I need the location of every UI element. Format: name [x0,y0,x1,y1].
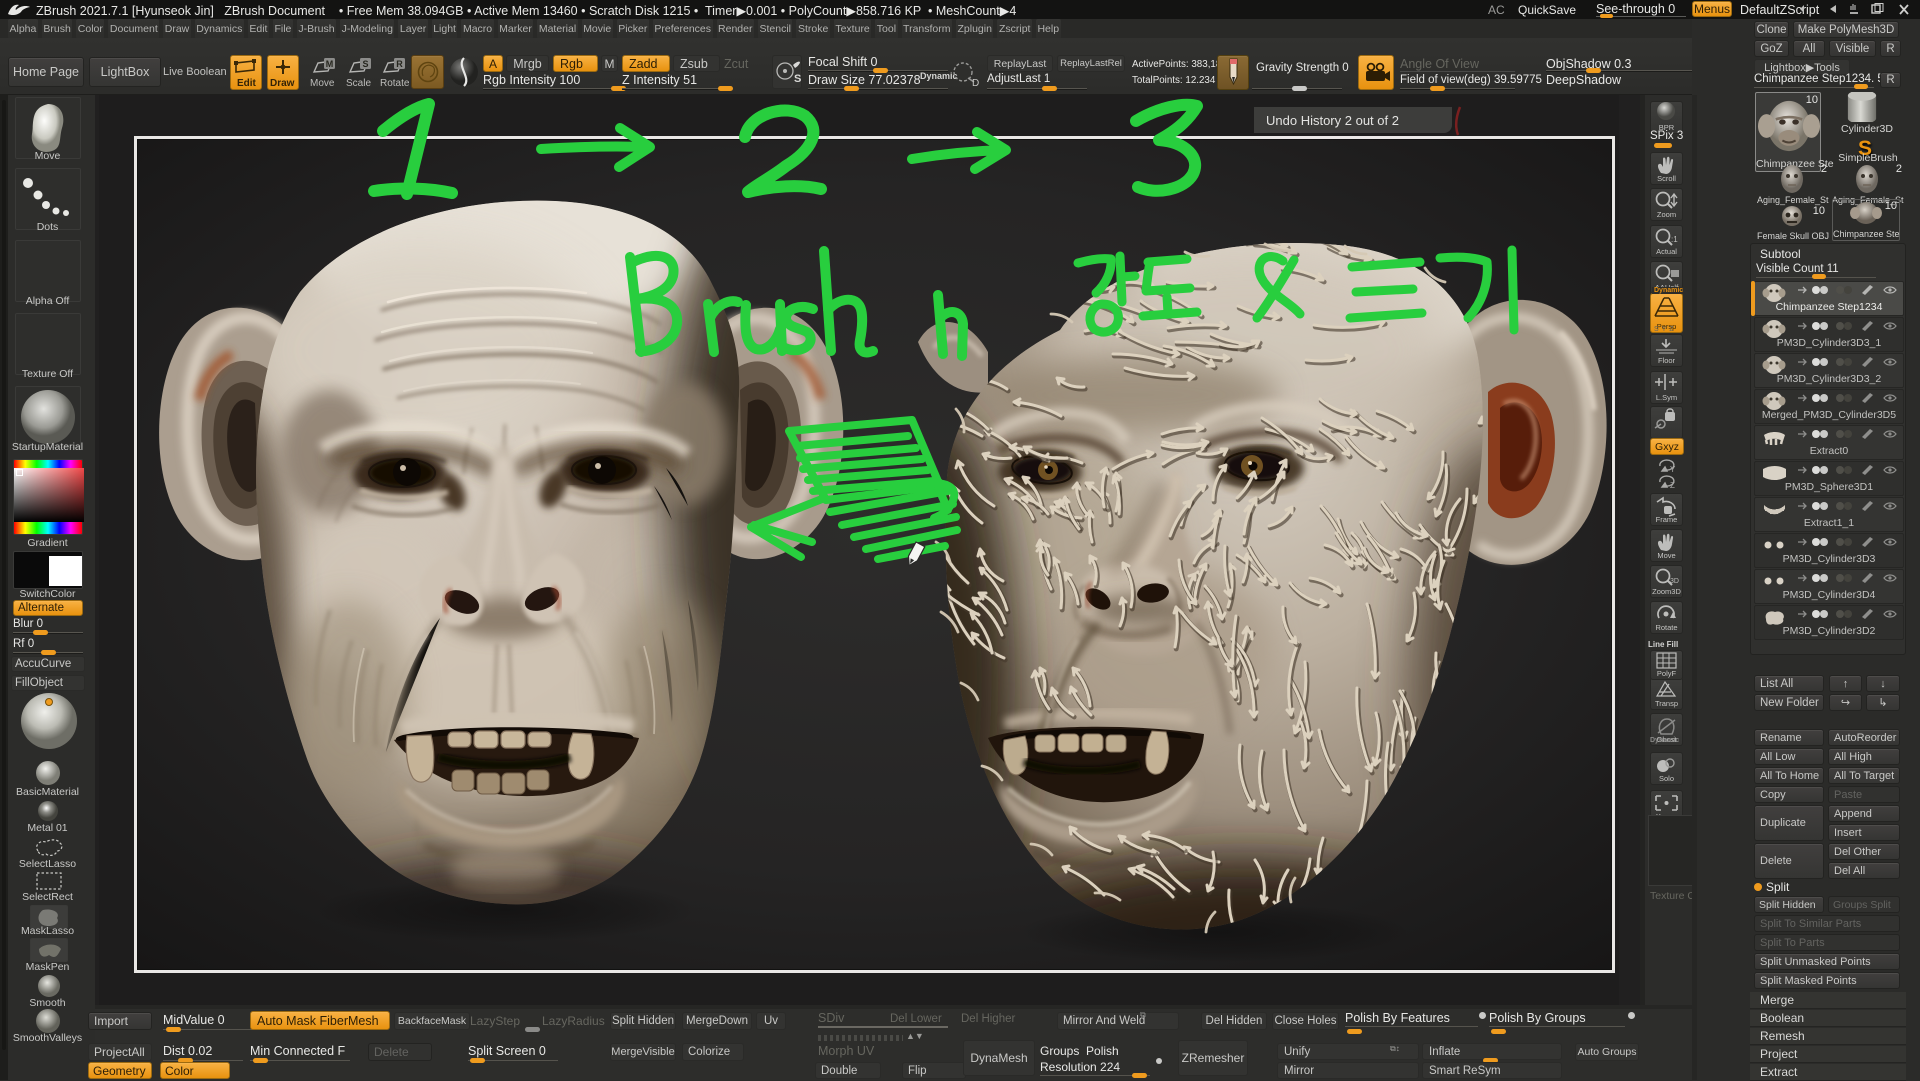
svg-text:3D: 3D [1670,578,1679,585]
svg-text:Z: Z [1670,481,1675,490]
svg-text:M: M [326,59,334,69]
svg-text:R: R [396,59,403,69]
svg-text:D: D [972,78,979,89]
svg-text:S: S [362,59,368,69]
svg-text::1: :1 [1671,235,1678,244]
svg-text:Y: Y [1670,465,1676,474]
svg-text:S: S [794,73,801,85]
